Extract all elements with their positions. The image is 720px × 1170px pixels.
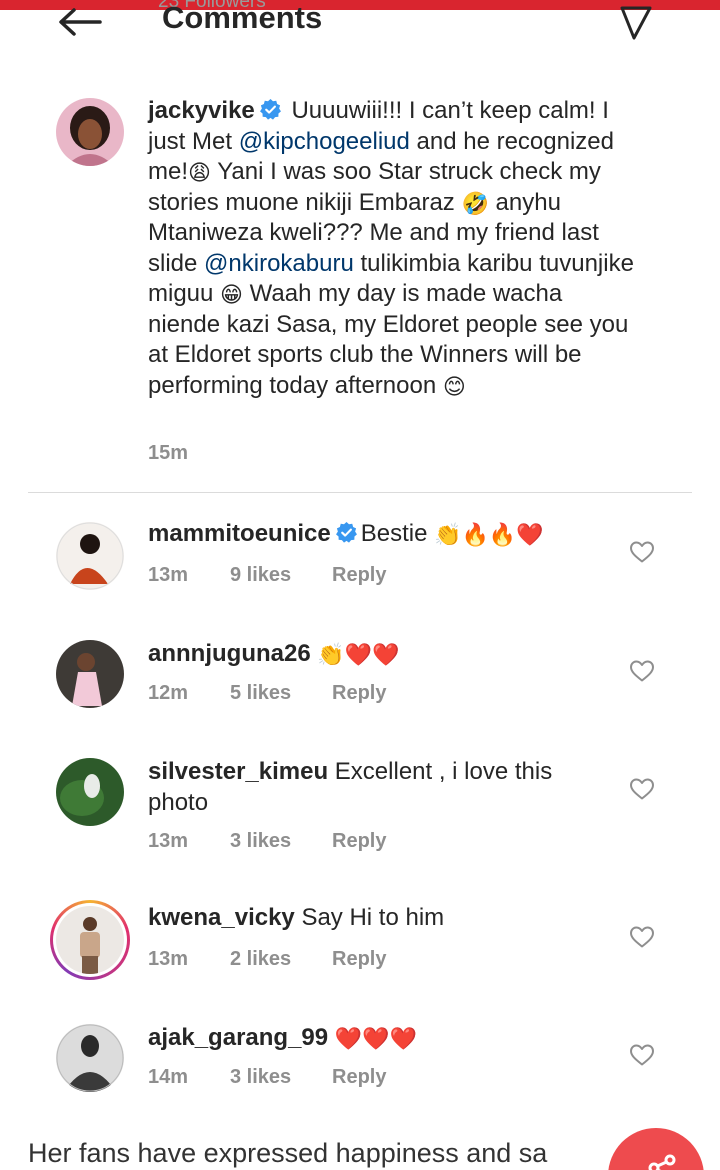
comment-username[interactable]: annnjuguna26 xyxy=(148,640,311,667)
comment-text: Say Hi to him xyxy=(301,904,445,931)
comment-emojis: 👏🔥🔥❤️ xyxy=(434,523,544,548)
comment-emojis: 👏❤️❤️ xyxy=(317,643,400,668)
comments-header: Comments xyxy=(0,0,720,50)
avatar-ajak-garang-99[interactable] xyxy=(56,1024,124,1092)
avatar-kwena-vicky[interactable] xyxy=(56,906,124,974)
send-icon[interactable] xyxy=(618,4,654,40)
avatar-annnjuguna26[interactable] xyxy=(56,640,124,708)
like-heart-icon[interactable] xyxy=(629,540,655,564)
comment-likes[interactable]: 9 likes xyxy=(230,564,332,587)
avatar-mammitoeunice[interactable] xyxy=(56,522,124,590)
page-title: Comments xyxy=(162,0,323,35)
comment-text: Bestie xyxy=(360,520,435,547)
comment-emojis: ❤️❤️❤️ xyxy=(334,1027,417,1052)
comment-likes[interactable]: 3 likes xyxy=(230,1066,332,1089)
smile-emoji: 😊 xyxy=(442,374,466,400)
comment-username[interactable]: mammitoeunice xyxy=(148,520,331,547)
like-heart-icon[interactable] xyxy=(629,1043,655,1067)
reply-button[interactable]: Reply xyxy=(332,564,386,587)
avatar-jackyvike[interactable] xyxy=(56,98,124,166)
comment-time: 13m xyxy=(148,948,189,970)
share-icon xyxy=(648,1154,676,1170)
comment-time: 13m xyxy=(148,564,189,586)
grin-emoji: 😁 xyxy=(220,283,243,308)
like-heart-icon[interactable] xyxy=(629,659,655,683)
caption-timestamp: 15m xyxy=(148,442,189,464)
like-heart-icon[interactable] xyxy=(629,777,655,801)
divider xyxy=(28,492,692,493)
avatar-silvester-kimeu[interactable] xyxy=(56,758,124,826)
reply-button[interactable]: Reply xyxy=(332,948,386,971)
mention-link[interactable]: @kipchogeeliud xyxy=(239,128,410,155)
comment-username[interactable]: kwena_vicky xyxy=(148,904,295,931)
comment-username[interactable]: silvester_kimeu xyxy=(148,758,328,785)
reply-button[interactable]: Reply xyxy=(332,1066,386,1089)
comment-username[interactable]: ajak_garang_99 xyxy=(148,1024,328,1051)
back-arrow-icon[interactable] xyxy=(56,4,104,40)
share-fab-button[interactable] xyxy=(608,1128,704,1170)
comment-time: 13m xyxy=(148,830,189,852)
mention-link[interactable]: @nkirokaburu xyxy=(204,250,354,277)
verified-badge-icon xyxy=(259,98,281,120)
like-heart-icon[interactable] xyxy=(629,925,655,949)
verified-badge-icon xyxy=(335,521,357,543)
rofl-emoji: 🤣 xyxy=(461,191,489,217)
weary-face-emoji: 😩 xyxy=(188,161,211,186)
comment-time: 14m xyxy=(148,1066,189,1088)
comment-likes[interactable]: 3 likes xyxy=(230,830,332,853)
reply-button[interactable]: Reply xyxy=(332,830,386,853)
article-text: Her fans have expressed happiness and sa xyxy=(28,1138,548,1168)
caption-text: jackyvike Uuuuwiii!!! I can’t keep calm!… xyxy=(148,97,634,400)
caption-username[interactable]: jackyvike xyxy=(148,97,255,124)
comment-time: 12m xyxy=(148,682,189,704)
reply-button[interactable]: Reply xyxy=(332,682,386,705)
comment-likes[interactable]: 2 likes xyxy=(230,948,332,971)
comment-likes[interactable]: 5 likes xyxy=(230,682,332,705)
